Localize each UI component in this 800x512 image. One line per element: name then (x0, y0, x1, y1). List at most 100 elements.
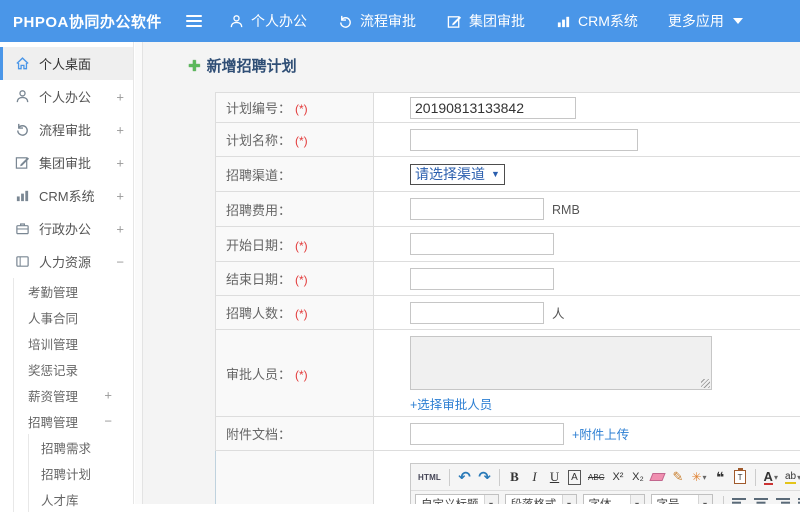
field-label: 招聘渠道： (226, 168, 291, 183)
expand-icon[interactable]: + (116, 221, 124, 236)
plan-no-input[interactable] (410, 97, 576, 119)
start-date-input[interactable] (410, 233, 554, 255)
table-row: 审批人员：(*) +选择审批人员 (216, 330, 800, 417)
add-icon: ✚ (188, 57, 201, 75)
eraser-button[interactable] (648, 467, 667, 488)
paste-text-button[interactable]: T (731, 467, 750, 488)
sidebar-item-recruit-plan[interactable]: 招聘计划 (29, 460, 133, 486)
sidebar-item-personal-office[interactable]: 个人办公 + (0, 80, 133, 113)
plan-name-input[interactable] (410, 129, 638, 151)
align-center-button[interactable] (751, 494, 772, 505)
nav-workflow-approval[interactable]: 流程审批 (337, 11, 416, 31)
sidebar-item-training[interactable]: 培训管理 (14, 330, 133, 356)
align-center-icon (754, 498, 769, 505)
font-family-dropdown[interactable]: 字体 ▾ (583, 494, 645, 504)
sidebar-item-admin-office[interactable]: 行政办公 + (0, 212, 133, 245)
expand-icon[interactable]: + (116, 188, 124, 203)
nav-label: 流程审批 (360, 11, 416, 31)
person-icon (228, 13, 244, 29)
attachment-input[interactable] (410, 423, 564, 445)
required-marker: (*) (295, 102, 308, 116)
align-right-button[interactable] (773, 494, 794, 505)
nav-label: 集团审批 (469, 11, 525, 31)
expand-icon[interactable]: + (116, 89, 124, 104)
cost-input[interactable] (410, 198, 544, 220)
resize-grip-icon[interactable] (701, 379, 710, 388)
person-icon (14, 89, 30, 105)
field-label: 计划编号： (226, 101, 291, 116)
subscript-button[interactable]: X₂ (628, 467, 647, 488)
attachment-upload-link[interactable]: +附件上传 (572, 428, 629, 442)
sidebar-item-attendance[interactable]: 考勤管理 (14, 278, 133, 304)
underline-button[interactable]: U (545, 467, 564, 488)
table-row: 招聘费用： RMB (216, 192, 800, 227)
caret-down-icon: ▾ (698, 495, 712, 504)
sidebar-item-salary[interactable]: 薪资管理 + (14, 382, 133, 408)
select-approver-link[interactable]: +选择审批人员 (410, 394, 492, 413)
sidebar-item-group-approval[interactable]: 集团审批 + (0, 146, 133, 179)
sidebar-item-recruit-need[interactable]: 招聘需求 (29, 434, 133, 460)
italic-button[interactable]: I (525, 467, 544, 488)
sidebar-scrollbar[interactable] (135, 42, 143, 504)
collapse-icon[interactable]: − (116, 254, 124, 269)
unit-suffix: 人 (552, 307, 565, 321)
sidebar-item-label: 个人桌面 (39, 54, 91, 73)
paragraph-format-dropdown[interactable]: 段落格式 ▾ (505, 494, 577, 504)
align-justify-button[interactable] (795, 494, 800, 505)
sidebar-item-crm-system[interactable]: CRM系统 + (0, 179, 133, 212)
highlight-color-button[interactable]: ab▾ (782, 467, 800, 488)
page-title-text: 新增招聘计划 (207, 55, 297, 76)
font-size-dropdown[interactable]: 字号 ▾ (651, 494, 713, 504)
channel-select[interactable]: 请选择渠道 ▼ (410, 164, 505, 185)
align-left-button[interactable] (729, 494, 750, 505)
main-content: ✚ 新增招聘计划 计划编号： (*) 计划名称：(*) 招聘渠道： 请选择渠道 ▼… (143, 42, 800, 504)
end-date-input[interactable] (410, 268, 554, 290)
strikethrough-button[interactable]: ABC (585, 467, 607, 488)
sidebar-item-workflow-approval[interactable]: 流程审批 + (0, 113, 133, 146)
bold-button[interactable]: B (505, 467, 524, 488)
field-label: 招聘费用： (226, 203, 291, 218)
nav-crm-system[interactable]: CRM系统 (555, 11, 638, 31)
caret-down-icon: ▾ (703, 473, 707, 482)
html-source-button[interactable]: HTML (415, 467, 444, 488)
expand-icon[interactable]: + (116, 122, 124, 137)
sidebar-item-label: 集团审批 (39, 153, 91, 172)
expand-icon[interactable]: + (104, 388, 112, 403)
sidebar-item-label: 个人办公 (39, 87, 91, 106)
nav-personal-office[interactable]: 个人办公 (228, 11, 307, 31)
sidebar-item-talent-pool[interactable]: 人才库 (29, 486, 133, 512)
id-card-icon (14, 254, 30, 270)
redo-button[interactable]: ↷ (475, 467, 494, 488)
heading-dropdown[interactable]: 自定义标题 ▾ (415, 494, 499, 504)
format-brush-button[interactable]: ✎ (668, 467, 687, 488)
sidebar-item-human-resources[interactable]: 人力资源 − (0, 245, 133, 278)
top-bar: PHPOA协同办公软件 个人办公 流程审批 集团审批 CRM系统 (0, 0, 800, 42)
format-painter-button[interactable]: ✳▾ (688, 467, 709, 488)
editor-toolbar-row-1: HTML ↶ ↷ B I U A ABC X² X₂ ✎ (411, 464, 800, 491)
caret-down-icon (733, 18, 743, 24)
field-label: 结束日期： (226, 272, 291, 287)
sidebar-item-hr-contract[interactable]: 人事合同 (14, 304, 133, 330)
top-nav: 个人办公 流程审批 集团审批 CRM系统 更多应用 (228, 11, 743, 31)
blockquote-button[interactable]: ❝ (711, 467, 730, 488)
nav-more-apps[interactable]: 更多应用 (668, 11, 743, 31)
headcount-input[interactable] (410, 302, 544, 324)
table-row: 附件文档： +附件上传 (216, 417, 800, 451)
sidebar: 个人桌面 个人办公 + 流程审批 + 集团审批 + CRM系统 + 行政办公 + (0, 42, 134, 504)
undo-button[interactable]: ↶ (455, 467, 474, 488)
font-color-button[interactable]: A▾ (761, 467, 781, 488)
hamburger-menu-icon[interactable] (186, 15, 202, 27)
collapse-icon[interactable]: − (104, 414, 112, 429)
approver-textarea[interactable] (410, 336, 712, 390)
nav-group-approval[interactable]: 集团审批 (446, 11, 525, 31)
table-row: 计划名称：(*) (216, 123, 800, 157)
nav-label: CRM系统 (578, 11, 638, 31)
expand-icon[interactable]: + (116, 155, 124, 170)
superscript-button[interactable]: X² (608, 467, 627, 488)
wand-icon: ✳ (691, 470, 701, 484)
sidebar-item-label: CRM系统 (39, 186, 95, 205)
sidebar-item-rewards[interactable]: 奖惩记录 (14, 356, 133, 382)
sidebar-item-desktop[interactable]: 个人桌面 (0, 47, 133, 80)
font-border-button[interactable]: A (568, 470, 581, 485)
sidebar-item-recruit-mgmt[interactable]: 招聘管理 − (14, 408, 133, 434)
